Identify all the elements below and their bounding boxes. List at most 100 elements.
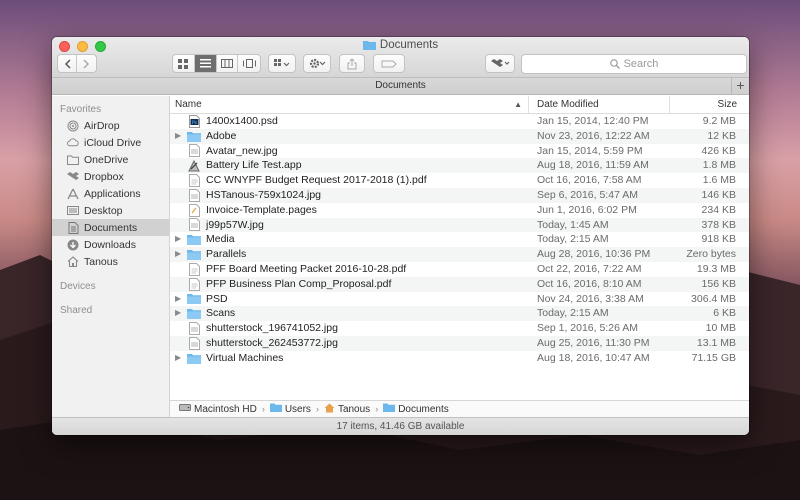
folder-icon — [187, 352, 201, 364]
new-tab-button[interactable]: + — [731, 78, 749, 94]
sidebar-item-label: Tanous — [84, 255, 118, 268]
file-row[interactable]: ▶ Parallels Aug 28, 2016, 10:36 PM Zero byt… — [170, 247, 749, 262]
file-row[interactable]: ▶ PSD Nov 24, 2016, 3:38 AM 306.4 MB — [170, 292, 749, 307]
pdf-file-icon — [187, 174, 201, 188]
disclosure-triangle-icon[interactable]: ▶ — [175, 292, 187, 307]
disclosure-triangle-icon[interactable]: ▶ — [175, 306, 187, 321]
search-input[interactable]: Search — [521, 54, 747, 74]
arrange-button[interactable] — [268, 54, 296, 73]
file-row[interactable]: Ps 1400x1400.psd Jan 15, 2014, 12:40 PM 9.2… — [170, 114, 749, 129]
folder-icon — [187, 308, 201, 320]
disclosure-triangle-icon[interactable]: ▶ — [175, 247, 187, 262]
sidebar-item-applications[interactable]: Applications — [52, 185, 169, 202]
file-row[interactable]: Invoice-Template.pages Jun 1, 2016, 6:02 … — [170, 203, 749, 218]
sidebar-favorites-list: AirDrop iCloud Drive OneDrive Dropbox Applic… — [52, 117, 169, 270]
sidebar-item-documents[interactable]: Documents — [52, 219, 169, 236]
disclosure-triangle-icon[interactable]: ▶ — [175, 351, 187, 366]
view-mode-group — [172, 54, 261, 73]
back-button[interactable] — [58, 55, 78, 72]
file-date: Oct 16, 2016, 8:10 AM — [537, 277, 642, 290]
column-name-label: Name — [175, 99, 202, 110]
icon-view-button[interactable] — [173, 55, 195, 72]
disclosure-triangle-icon[interactable]: ▶ — [175, 232, 187, 247]
column-size[interactable]: Size — [670, 96, 749, 113]
sidebar-item-label: Applications — [84, 187, 141, 200]
chevron-right-icon — [83, 58, 90, 69]
sidebar-item-label: Dropbox — [84, 170, 124, 183]
sidebar-item-airdrop[interactable]: AirDrop — [52, 117, 169, 134]
action-button[interactable] — [303, 54, 331, 73]
file-name-cell: ▶ PSD — [170, 292, 529, 307]
list-view-button[interactable] — [194, 55, 217, 72]
path-segment-macintosh-hd[interactable]: Macintosh HD — [179, 403, 257, 415]
window-body: Favorites AirDrop iCloud Drive OneDrive Dro… — [52, 96, 749, 435]
file-size: 12 KB — [707, 129, 736, 142]
sidebar-item-desktop[interactable]: Desktop — [52, 202, 169, 219]
column-view-button[interactable] — [217, 55, 239, 72]
file-name-cell: ▶ Adobe — [170, 129, 529, 144]
folder-icon — [187, 234, 201, 246]
cloud-icon — [67, 137, 79, 149]
title-bar: Documents Search — [52, 37, 749, 78]
file-row[interactable]: shutterstock_262453772.jpg Aug 25, 2016, … — [170, 335, 749, 351]
column-name[interactable]: Name ▲ — [170, 96, 529, 113]
file-name: 1400x1400.psd — [206, 115, 278, 127]
path-segment-users[interactable]: Users — [269, 403, 311, 415]
file-name: PFP Business Plan Comp_Proposal.pdf — [206, 277, 392, 290]
file-row[interactable]: PFP Business Plan Comp_Proposal.pdf Oct 1… — [170, 276, 749, 292]
file-row[interactable]: ▶ Media Today, 2:15 AM 918 KB — [170, 232, 749, 247]
sidebar-heading-devices[interactable]: Devices — [52, 277, 169, 294]
sidebar-heading-shared[interactable]: Shared — [52, 301, 169, 318]
file-row[interactable]: CC WNYPF Budget Request 2017-2018 (1).pd… — [170, 173, 749, 188]
tab-documents[interactable]: Documents — [375, 80, 426, 91]
file-name: Media — [206, 233, 235, 246]
file-row[interactable]: j99p57W.jpg Today, 1:45 AM 378 KB — [170, 217, 749, 233]
file-row[interactable]: PFF Board Meeting Packet 2016-10-28.pdf O… — [170, 262, 749, 277]
file-size: 156 KB — [701, 277, 736, 290]
window-title-text: Documents — [379, 39, 439, 51]
dropbox-toolbar-button[interactable] — [485, 54, 515, 73]
file-name: Avatar_new.jpg — [206, 144, 278, 157]
status-text: 17 items, 41.46 GB available — [336, 421, 465, 432]
sidebar-item-downloads[interactable]: Downloads — [52, 236, 169, 253]
path-separator-icon: › — [261, 404, 265, 414]
tags-button[interactable] — [373, 54, 405, 73]
gallery-view-button[interactable] — [238, 55, 260, 72]
svg-text:Ps: Ps — [192, 120, 198, 126]
file-row[interactable]: shutterstock_196741052.jpg Sep 1, 2016, 5… — [170, 321, 749, 336]
file-row[interactable]: Avatar_new.jpg Jan 15, 2014, 5:59 PM 426 K… — [170, 144, 749, 159]
sidebar-item-onedrive[interactable]: OneDrive — [52, 151, 169, 168]
file-name: CC WNYPF Budget Request 2017-2018 (1).pd… — [206, 174, 427, 187]
file-row[interactable]: Battery Life Test.app Aug 18, 2016, 11:59… — [170, 158, 749, 174]
file-name: Virtual Machines — [206, 351, 284, 364]
file-date: Aug 18, 2016, 10:47 AM — [537, 351, 650, 364]
path-bar: Macintosh HD › Users › Tanous › Documents — [170, 400, 749, 417]
file-size: 378 KB — [701, 218, 736, 231]
file-row[interactable]: ▶ Adobe Nov 23, 2016, 12:22 AM 12 KB — [170, 128, 749, 144]
documents-icon — [67, 221, 79, 234]
file-date: Today, 2:15 AM — [537, 307, 609, 320]
file-size: Zero bytes — [686, 248, 736, 261]
sidebar-heading-favorites: Favorites — [60, 104, 102, 115]
share-button[interactable] — [339, 54, 365, 73]
path-separator-icon: › — [315, 404, 319, 414]
disclosure-triangle-icon[interactable]: ▶ — [175, 129, 187, 144]
folder-icon — [187, 293, 201, 305]
folder-icon — [269, 403, 282, 415]
file-row[interactable]: ▶ Virtual Machines Aug 18, 2016, 10:47 AM 7… — [170, 351, 749, 366]
pdf-file-icon — [187, 262, 201, 276]
file-date: Jun 1, 2016, 6:02 PM — [537, 203, 637, 216]
sidebar-item-dropbox[interactable]: Dropbox — [52, 168, 169, 185]
file-row[interactable]: ▶ Scans Today, 2:15 AM 6 KB — [170, 306, 749, 322]
forward-button[interactable] — [77, 55, 96, 72]
file-size: 146 KB — [701, 188, 736, 201]
sidebar-item-tanous[interactable]: Tanous — [52, 253, 169, 270]
path-segment-tanous[interactable]: Tanous — [324, 403, 370, 416]
file-date: Oct 16, 2016, 7:58 AM — [537, 174, 642, 187]
file-row[interactable]: HSTanous-759x1024.jpg Sep 6, 2016, 5:47 A… — [170, 187, 749, 203]
column-date-modified[interactable]: Date Modified — [529, 96, 670, 113]
sidebar-item-icloud-drive[interactable]: iCloud Drive — [52, 134, 169, 151]
file-name-cell: ▶ Scans — [170, 306, 529, 321]
path-segment-documents[interactable]: Documents — [383, 403, 449, 415]
path-segment-label: Users — [284, 403, 311, 415]
